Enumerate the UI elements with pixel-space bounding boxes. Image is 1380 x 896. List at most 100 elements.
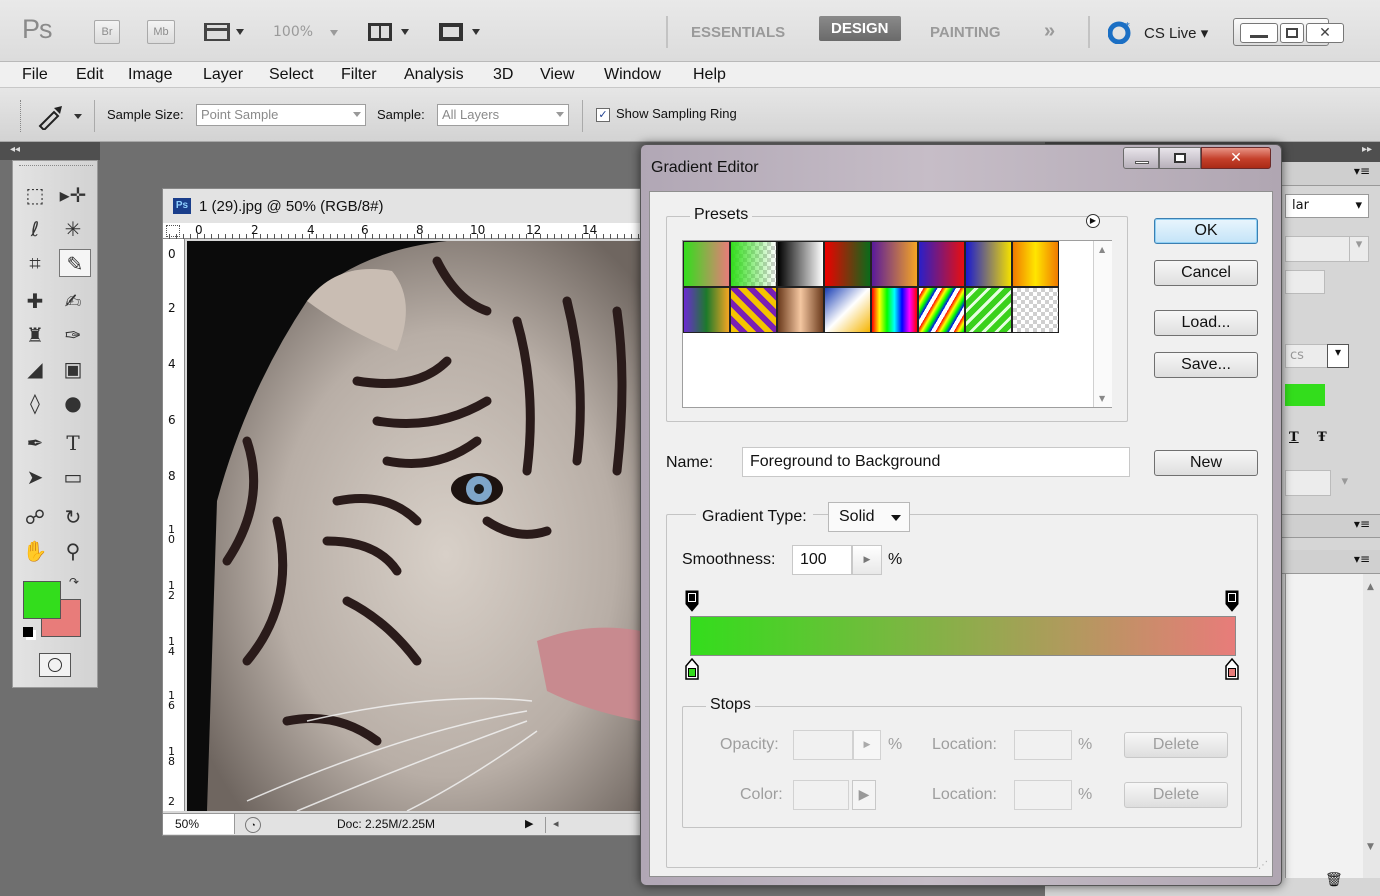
close-button[interactable]: ✕ [1306, 23, 1344, 43]
workspace-painting[interactable]: PAINTING [930, 24, 1001, 41]
3d-orbit-tool-icon[interactable]: ↻ [57, 503, 89, 531]
tool-preset-picker[interactable] [36, 102, 88, 132]
preset-yellow-violet-stripes[interactable] [730, 287, 777, 333]
zoom-field[interactable]: 50% [163, 814, 235, 834]
preset-transparent-checker[interactable] [1012, 287, 1059, 333]
rectangle-tool-icon[interactable]: ▭ [57, 463, 89, 491]
opacity-stop-left[interactable] [685, 590, 699, 612]
default-colors-icon[interactable] [23, 627, 33, 637]
minimize-button[interactable] [1240, 23, 1278, 43]
opacity-stop-right[interactable] [1225, 590, 1239, 612]
workspace-design[interactable]: DESIGN [819, 16, 901, 41]
panel-menu-icon[interactable]: ▾≡ [1354, 517, 1370, 531]
preset-red-green[interactable] [824, 241, 871, 287]
panel-menu-icon[interactable]: ▾≡ [1354, 164, 1370, 178]
foreground-color-swatch[interactable] [23, 581, 61, 619]
menu-window[interactable]: Window [604, 66, 661, 84]
chevron-down-icon[interactable]: ▾ [1327, 344, 1349, 368]
mini-bridge-button[interactable]: Mb [147, 20, 175, 44]
color-picker-arrow-icon[interactable]: ▶ [852, 780, 876, 810]
dodge-tool-icon[interactable]: ● [57, 389, 89, 417]
preset-spectrum[interactable] [871, 287, 918, 333]
smoothness-slider-button[interactable]: ▶ [852, 545, 882, 575]
bridge-button[interactable]: Br [94, 20, 120, 44]
menu-3d[interactable]: 3D [493, 66, 513, 84]
type-tool-icon[interactable]: T [57, 429, 89, 457]
gradient-type-select[interactable]: Solid [828, 502, 910, 532]
ok-button[interactable]: OK [1154, 218, 1258, 244]
delete-color-stop-button[interactable]: Delete [1124, 782, 1228, 808]
layers-list[interactable] [1285, 574, 1365, 878]
preset-black-white[interactable] [777, 241, 824, 287]
font-size-field[interactable] [1285, 236, 1351, 262]
quick-selection-tool-icon[interactable]: ✳ [57, 215, 89, 243]
delete-opacity-stop-button[interactable]: Delete [1124, 732, 1228, 758]
cs-live-menu[interactable]: CS Live ▾ [1144, 24, 1208, 42]
stop-color-swatch[interactable] [793, 780, 849, 810]
sample-size-select[interactable]: Point Sample [196, 104, 366, 126]
canvas-image-tiger[interactable] [187, 241, 641, 811]
layers-scrollbar[interactable]: ▲ ▼ [1363, 574, 1380, 878]
hand-tool-icon[interactable]: ✋ [19, 537, 51, 565]
status-info-icon[interactable]: ◔ [245, 817, 261, 833]
scroll-left-icon[interactable]: ◂ [553, 817, 559, 830]
clone-stamp-tool-icon[interactable]: ♜ [19, 321, 51, 349]
view-extras-button[interactable] [202, 20, 248, 44]
pen-tool-icon[interactable]: ✒ [19, 429, 51, 457]
cancel-button[interactable]: Cancel [1154, 260, 1258, 286]
zoom-tool-icon[interactable]: ⚲ [57, 537, 89, 565]
dialog-minimize-button[interactable] [1123, 147, 1159, 169]
collapse-tools-button[interactable]: ◂◂ [0, 142, 100, 160]
sample-select[interactable]: All Layers [437, 104, 569, 126]
scroll-up-icon[interactable]: ▲ [1099, 245, 1105, 254]
menu-select[interactable]: Select [269, 66, 313, 84]
maximize-button[interactable] [1280, 23, 1304, 43]
smoothness-input[interactable]: 100 [792, 545, 852, 575]
preset-violet-orange[interactable] [871, 241, 918, 287]
opacity-slider-button[interactable]: ▶ [853, 730, 881, 760]
preset-transparent-stripes[interactable] [965, 287, 1012, 333]
color-location-input[interactable] [1014, 780, 1072, 810]
preset-copper[interactable] [777, 287, 824, 333]
screen-mode-button[interactable] [436, 20, 486, 44]
preset-chrome[interactable] [824, 287, 871, 333]
history-brush-tool-icon[interactable]: ✑ [57, 321, 89, 349]
dialog-close-button[interactable]: ✕ [1201, 147, 1271, 169]
preset-transparent-rainbow[interactable] [918, 287, 965, 333]
strikethrough-button[interactable]: Ŧ [1317, 430, 1327, 445]
preset-blue-red-yellow[interactable] [918, 241, 965, 287]
arrange-documents-button[interactable] [365, 20, 415, 44]
resize-grip-icon[interactable]: ⋰ [1258, 860, 1272, 874]
presets-scrollbar[interactable]: ▲ ▼ [1093, 241, 1112, 407]
menu-view[interactable]: View [540, 66, 574, 84]
color-stop-right[interactable] [1225, 658, 1239, 680]
status-menu-arrow-icon[interactable]: ▶ [525, 817, 533, 830]
preset-violet-green-orange[interactable] [683, 287, 730, 333]
save-button[interactable]: Save... [1154, 352, 1258, 378]
underline-button[interactable]: T [1289, 430, 1299, 445]
marquee-tool-icon[interactable]: ⬚ [19, 181, 51, 209]
brush-tool-icon[interactable]: ✍ [57, 287, 89, 315]
spot-healing-tool-icon[interactable]: ✚ [19, 287, 51, 315]
menu-image[interactable]: Image [128, 66, 172, 84]
more-workspaces-button[interactable]: » [1044, 20, 1055, 43]
load-button[interactable]: Load... [1154, 310, 1258, 336]
preset-fg-to-bg[interactable] [683, 241, 730, 287]
language-select[interactable]: ▾ [1285, 470, 1348, 496]
presets-menu-button[interactable]: ▶ [1086, 214, 1100, 228]
workspace-essentials[interactable]: ESSENTIALS [691, 24, 785, 41]
text-color-swatch[interactable] [1285, 384, 1325, 406]
menu-layer[interactable]: Layer [203, 66, 243, 84]
3d-rotate-tool-icon[interactable]: ☍ [19, 503, 51, 531]
color-stop-left[interactable] [685, 658, 699, 680]
font-style-select[interactable]: lar ▾ [1285, 194, 1369, 218]
blur-tool-icon[interactable]: ◊ [19, 389, 51, 417]
gradient-preview-bar[interactable] [690, 616, 1236, 656]
move-tool-icon[interactable]: ▸✛ [57, 181, 89, 209]
menu-analysis[interactable]: Analysis [404, 66, 464, 84]
gradient-tool-icon[interactable]: ▣ [57, 355, 89, 383]
zoom-dropdown-icon[interactable] [330, 30, 338, 36]
lasso-tool-icon[interactable]: ℓ [19, 215, 51, 243]
name-input[interactable]: Foreground to Background [742, 447, 1130, 477]
swap-colors-icon[interactable]: ↷ [69, 575, 79, 589]
